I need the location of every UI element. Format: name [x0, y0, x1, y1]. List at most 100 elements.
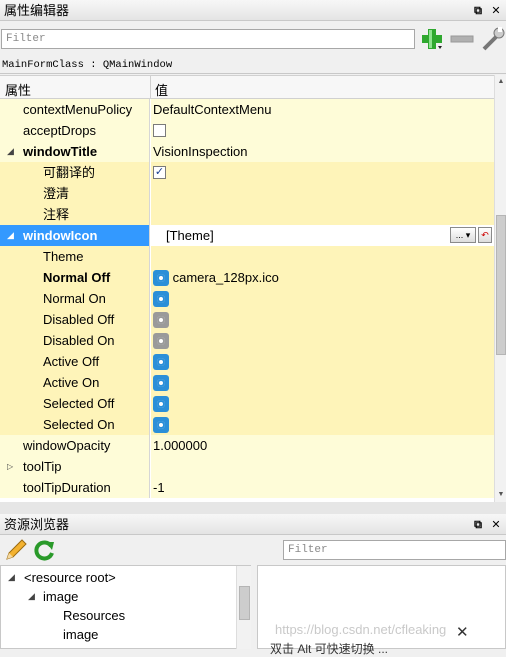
property-grid-scrollbar[interactable]: ▲ ▼ [494, 75, 506, 502]
property-name: Normal Off [0, 267, 150, 288]
collapse-arrow-icon[interactable]: ◢ [7, 141, 14, 162]
property-name: Selected On [0, 414, 150, 435]
property-row[interactable]: 注释 [0, 204, 494, 225]
column-header-value[interactable]: 值 [155, 80, 168, 99]
property-row[interactable]: Normal On [0, 288, 494, 309]
property-value[interactable] [151, 456, 494, 477]
icon-preview [153, 374, 169, 391]
resource-toolbar: Filter [0, 535, 506, 565]
property-row[interactable]: Normal Off camera_128px.ico [0, 267, 494, 288]
property-value[interactable]: camera_128px.ico [173, 270, 279, 285]
close-icon[interactable]: ✕ [490, 5, 502, 17]
property-filter-input[interactable]: Filter [1, 29, 415, 49]
icon-preview [153, 290, 169, 307]
property-name: Active Off [0, 351, 150, 372]
property-value[interactable]: DefaultContextMenu [151, 99, 494, 120]
property-row[interactable]: Active Off [0, 351, 494, 372]
tree-item[interactable]: Resources [63, 606, 125, 625]
property-row[interactable]: acceptDrops [0, 120, 494, 141]
property-grid: 属性 值 contextMenuPolicy DefaultContextMen… [0, 75, 494, 502]
property-name: Normal On [0, 288, 150, 309]
collapse-arrow-icon[interactable]: ◢ [8, 568, 15, 587]
property-row[interactable]: Disabled On [0, 330, 494, 351]
tree-item[interactable]: image [43, 587, 78, 606]
icon-preview [153, 332, 169, 349]
add-dynamic-property-icon[interactable] [420, 26, 444, 52]
scroll-thumb[interactable] [239, 586, 250, 620]
property-name: Theme [0, 246, 150, 267]
property-row[interactable]: ◢ windowTitle VisionInspection [0, 141, 494, 162]
resource-tree: ◢ <resource root> ◢ image Resources imag… [0, 565, 251, 649]
property-name: Disabled Off [0, 309, 150, 330]
property-row-selected[interactable]: ◢ windowIcon [Theme] ... ▾ ↶ [0, 225, 494, 246]
float-icon[interactable]: ⧉ [472, 519, 484, 531]
property-row[interactable]: 澄清 [0, 183, 494, 204]
property-name: Disabled On [0, 330, 150, 351]
property-value[interactable]: [Theme] [166, 228, 214, 243]
scroll-down-icon[interactable]: ▼ [495, 488, 506, 502]
translatable-checkbox[interactable]: ✓ [153, 166, 166, 180]
property-value[interactable] [151, 183, 494, 204]
resource-filter-input[interactable]: Filter [283, 540, 506, 560]
property-toolbar: Filter [0, 21, 506, 57]
configure-wrench-icon[interactable] [480, 25, 506, 51]
property-name: windowIcon [23, 228, 98, 243]
accept-drops-checkbox[interactable] [153, 124, 166, 138]
property-row[interactable]: toolTipDuration -1 [0, 477, 494, 498]
close-icon[interactable]: ✕ [456, 623, 469, 641]
theme-button-label: ... [455, 230, 464, 240]
property-name: 澄清 [0, 183, 150, 204]
float-icon[interactable]: ⧉ [472, 5, 484, 17]
property-row[interactable]: Disabled Off [0, 309, 494, 330]
property-row[interactable]: Selected Off [0, 393, 494, 414]
class-text: MainFormClass : QMainWindow [2, 59, 173, 71]
filter-placeholder: Filter [288, 544, 328, 556]
property-row[interactable]: Selected On [0, 414, 494, 435]
property-name: contextMenuPolicy [0, 99, 150, 120]
property-value[interactable] [151, 246, 494, 267]
property-row[interactable]: 可翻译的 ✓ [0, 162, 494, 183]
property-row[interactable]: Active On [0, 372, 494, 393]
watermark-text: https://blog.csdn.net/cfleaking [275, 622, 447, 637]
property-value[interactable]: 1.000000 [151, 435, 494, 456]
remove-property-icon[interactable] [450, 35, 474, 43]
icon-preview [153, 395, 169, 412]
close-icon[interactable]: ✕ [490, 519, 502, 531]
resource-browser-title: 资源浏览器 [4, 517, 70, 532]
file-icon [153, 269, 169, 286]
property-name: 可翻译的 [0, 162, 150, 183]
icon-preview [153, 353, 169, 370]
dock-splitter[interactable] [0, 502, 506, 514]
property-name: toolTip [23, 459, 62, 474]
property-value[interactable] [151, 204, 494, 225]
property-editor-title: 属性编辑器 [4, 3, 70, 18]
property-row[interactable]: ▷ toolTip [0, 456, 494, 477]
property-name: windowTitle [23, 144, 98, 159]
scroll-thumb[interactable] [496, 215, 506, 355]
object-class-label: MainFormClass : QMainWindow [0, 57, 506, 74]
tree-item[interactable]: <resource root> [24, 568, 116, 587]
column-header-property[interactable]: 属性 [5, 80, 31, 99]
property-name: toolTipDuration [0, 477, 150, 498]
grid-header: 属性 值 [0, 76, 494, 99]
property-row[interactable]: contextMenuPolicy DefaultContextMenu [0, 99, 494, 120]
property-name: Selected Off [0, 393, 150, 414]
tree-item[interactable]: image [63, 625, 98, 644]
property-name: Active On [0, 372, 150, 393]
resource-tree-scrollbar[interactable] [236, 566, 251, 649]
property-value[interactable]: VisionInspection [151, 141, 494, 162]
property-row[interactable]: windowOpacity 1.000000 [0, 435, 494, 456]
reset-icon[interactable]: ↶ [478, 227, 492, 243]
property-name: windowOpacity [0, 435, 150, 456]
property-name: acceptDrops [0, 120, 150, 141]
collapse-arrow-icon[interactable]: ◢ [7, 225, 14, 246]
theme-dropdown-button[interactable]: ... ▾ [450, 227, 476, 243]
reload-icon[interactable] [32, 538, 56, 562]
property-value[interactable]: -1 [151, 477, 494, 498]
expand-arrow-icon[interactable]: ▷ [7, 456, 13, 477]
property-row[interactable]: Theme [0, 246, 494, 267]
edit-resources-pencil-icon[interactable] [4, 538, 28, 562]
collapse-arrow-icon[interactable]: ◢ [28, 587, 35, 606]
resource-browser-titlebar: 资源浏览器 ⧉ ✕ [0, 514, 506, 535]
scroll-up-icon[interactable]: ▲ [495, 75, 506, 89]
